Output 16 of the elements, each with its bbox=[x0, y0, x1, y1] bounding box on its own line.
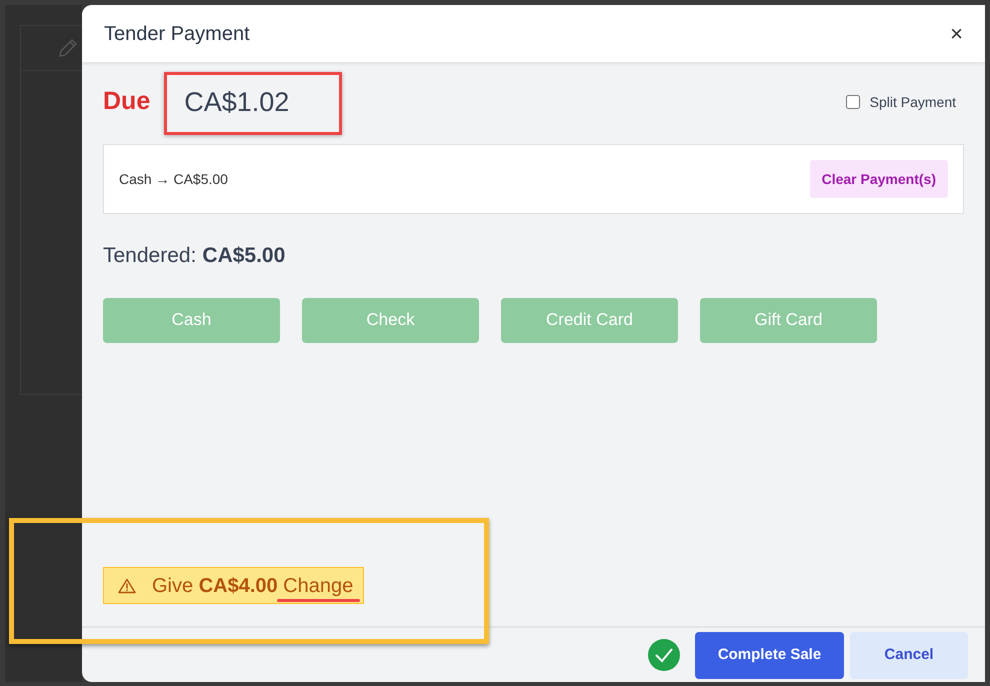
complete-sale-button[interactable]: Complete Sale bbox=[695, 632, 844, 678]
split-payment-label: Split Payment bbox=[870, 92, 956, 112]
cancel-button[interactable]: Cancel bbox=[850, 632, 968, 678]
due-amount: CA$1.02 bbox=[184, 86, 290, 119]
split-payment-checkbox[interactable] bbox=[846, 95, 860, 109]
clear-payments-button[interactable]: Clear Payment(s) bbox=[810, 160, 948, 198]
payment-entry: Cash → CA$5.00 bbox=[119, 170, 228, 188]
close-button[interactable]: × bbox=[950, 22, 963, 44]
tendered-label: Tendered: bbox=[103, 243, 196, 269]
change-message: Give CA$4.00 Change bbox=[152, 574, 354, 598]
warning-icon bbox=[118, 578, 136, 594]
due-label: Due bbox=[103, 86, 150, 118]
check-circle-icon bbox=[647, 638, 681, 672]
tendered-amount: CA$5.00 bbox=[202, 243, 286, 269]
dialog-title: Tender Payment bbox=[104, 22, 250, 46]
pencil-icon bbox=[57, 37, 79, 59]
